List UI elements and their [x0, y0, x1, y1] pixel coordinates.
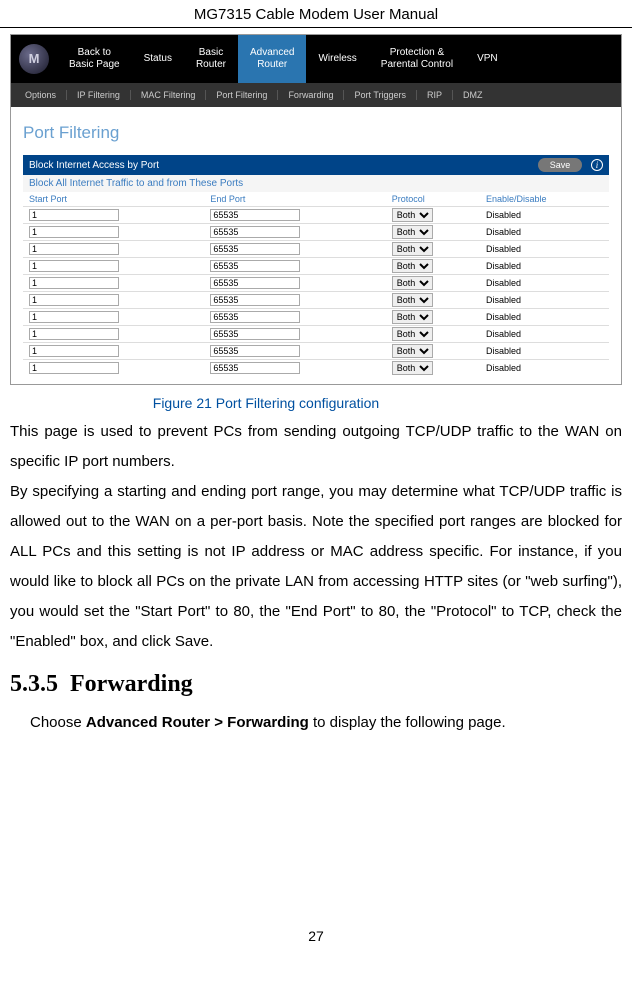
enable-status: Disabled	[480, 224, 609, 241]
enable-status: Disabled	[480, 343, 609, 360]
figure-caption: Figure 21 Port Filtering configuration	[0, 395, 632, 411]
table-row: Both Disabled	[23, 207, 609, 224]
nav-back[interactable]: Back toBasic Page	[57, 35, 132, 83]
protocol-select[interactable]: Both	[392, 327, 433, 341]
protocol-select[interactable]: Both	[392, 276, 433, 290]
info-icon[interactable]: i	[591, 159, 603, 171]
start-port-input[interactable]	[29, 260, 119, 272]
subnav-port-filtering[interactable]: Port Filtering	[206, 90, 278, 100]
protocol-select[interactable]: Both	[392, 259, 433, 273]
protocol-select[interactable]: Both	[392, 225, 433, 239]
section-title: Forwarding	[70, 671, 193, 697]
protocol-select[interactable]: Both	[392, 344, 433, 358]
subnav-forwarding[interactable]: Forwarding	[278, 90, 344, 100]
end-port-input[interactable]	[210, 260, 300, 272]
choose-text: Choose Advanced Router > Forwarding to d…	[0, 708, 632, 738]
subnav-ip-filtering[interactable]: IP Filtering	[67, 90, 131, 100]
end-port-input[interactable]	[210, 226, 300, 238]
start-port-input[interactable]	[29, 209, 119, 221]
paragraph-1: This page is used to prevent PCs from se…	[0, 417, 632, 477]
end-port-input[interactable]	[210, 243, 300, 255]
subnav-mac-filtering[interactable]: MAC Filtering	[131, 90, 207, 100]
enable-status: Disabled	[480, 309, 609, 326]
port-filter-table: Start Port End Port Protocol Enable/Disa…	[23, 192, 609, 376]
start-port-input[interactable]	[29, 345, 119, 357]
table-row: Both Disabled	[23, 326, 609, 343]
start-port-input[interactable]	[29, 226, 119, 238]
subnav-options[interactable]: Options	[15, 90, 67, 100]
start-port-input[interactable]	[29, 328, 119, 340]
col-enable: Enable/Disable	[480, 192, 609, 207]
nav-vpn[interactable]: VPN	[465, 35, 510, 83]
col-protocol: Protocol	[386, 192, 480, 207]
end-port-input[interactable]	[210, 362, 300, 374]
end-port-input[interactable]	[210, 294, 300, 306]
section-heading: 5.3.5 Forwarding	[0, 657, 632, 708]
start-port-input[interactable]	[29, 362, 119, 374]
table-row: Both Disabled	[23, 224, 609, 241]
enable-status: Disabled	[480, 275, 609, 292]
end-port-input[interactable]	[210, 345, 300, 357]
sub-navigation: Options IP Filtering MAC Filtering Port …	[11, 83, 621, 107]
enable-status: Disabled	[480, 292, 609, 309]
sub-block-header: Block All Internet Traffic to and from T…	[23, 175, 609, 192]
block-title: Block Internet Access by Port	[29, 160, 159, 171]
protocol-select[interactable]: Both	[392, 242, 433, 256]
protocol-select[interactable]: Both	[392, 208, 433, 222]
router-screenshot: Back toBasic Page Status BasicRouter Adv…	[10, 34, 622, 385]
protocol-select[interactable]: Both	[392, 310, 433, 324]
enable-status: Disabled	[480, 207, 609, 224]
section-number: 5.3.5	[10, 671, 58, 697]
enable-status: Disabled	[480, 241, 609, 258]
save-button[interactable]: Save	[538, 158, 583, 172]
end-port-input[interactable]	[210, 209, 300, 221]
table-row: Both Disabled	[23, 258, 609, 275]
subnav-dmz[interactable]: DMZ	[453, 90, 493, 100]
col-start-port: Start Port	[23, 192, 204, 207]
start-port-input[interactable]	[29, 277, 119, 289]
main-navigation: Back toBasic Page Status BasicRouter Adv…	[11, 35, 621, 83]
start-port-input[interactable]	[29, 243, 119, 255]
nav-protection[interactable]: Protection &Parental Control	[369, 35, 465, 83]
start-port-input[interactable]	[29, 294, 119, 306]
nav-wireless[interactable]: Wireless	[306, 35, 368, 83]
subnav-port-triggers[interactable]: Port Triggers	[344, 90, 417, 100]
nav-advanced-router[interactable]: AdvancedRouter	[238, 35, 306, 83]
table-row: Both Disabled	[23, 241, 609, 258]
protocol-select[interactable]: Both	[392, 361, 433, 375]
end-port-input[interactable]	[210, 328, 300, 340]
page-header: MG7315 Cable Modem User Manual	[0, 0, 632, 28]
logo-icon	[19, 44, 49, 74]
table-row: Both Disabled	[23, 343, 609, 360]
block-header: Block Internet Access by Port Save i	[23, 155, 609, 175]
subnav-rip[interactable]: RIP	[417, 90, 453, 100]
protocol-select[interactable]: Both	[392, 293, 433, 307]
end-port-input[interactable]	[210, 277, 300, 289]
table-row: Both Disabled	[23, 275, 609, 292]
nav-basic-router[interactable]: BasicRouter	[184, 35, 238, 83]
table-row: Both Disabled	[23, 292, 609, 309]
table-row: Both Disabled	[23, 360, 609, 377]
enable-status: Disabled	[480, 326, 609, 343]
content-area: Port Filtering Block Internet Access by …	[11, 107, 621, 384]
paragraph-2: By specifying a starting and ending port…	[0, 477, 632, 657]
end-port-input[interactable]	[210, 311, 300, 323]
table-row: Both Disabled	[23, 309, 609, 326]
nav-status[interactable]: Status	[132, 35, 184, 83]
enable-status: Disabled	[480, 258, 609, 275]
col-end-port: End Port	[204, 192, 385, 207]
enable-status: Disabled	[480, 360, 609, 377]
page-number: 27	[0, 928, 632, 952]
screen-title: Port Filtering	[23, 123, 609, 143]
start-port-input[interactable]	[29, 311, 119, 323]
